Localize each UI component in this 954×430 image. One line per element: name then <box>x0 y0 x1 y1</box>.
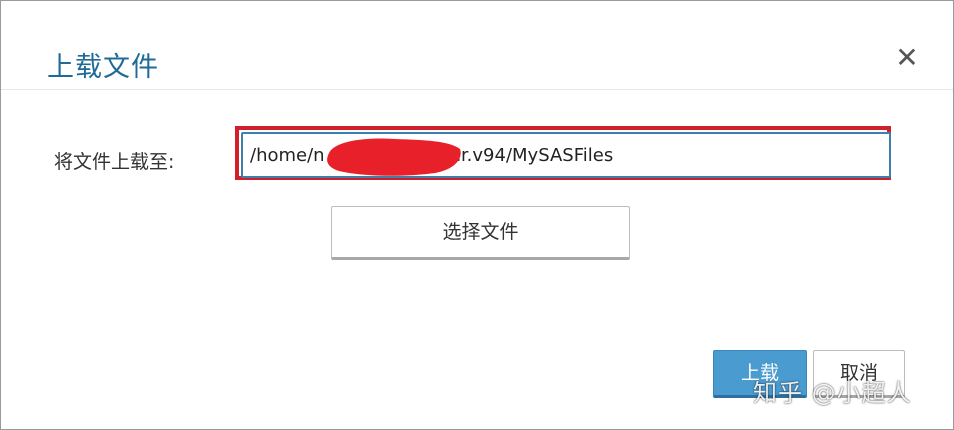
background-text-fragment <box>216 424 456 430</box>
header-divider <box>1 89 953 90</box>
destination-label: 将文件上载至: <box>54 151 175 173</box>
choose-file-button[interactable]: 选择文件 <box>331 206 630 260</box>
dialog-header: 上载文件 ✕ <box>1 1 953 89</box>
watermark-text: 知乎 @小超人 <box>753 379 912 407</box>
close-icon[interactable]: ✕ <box>893 43 921 73</box>
upload-dialog: 上载文件 ✕ 将文件上载至: 选择文件 上载 取消 知乎 @小超人 <box>0 0 954 430</box>
redaction-mark <box>327 138 461 176</box>
dialog-title: 上载文件 <box>47 52 159 83</box>
